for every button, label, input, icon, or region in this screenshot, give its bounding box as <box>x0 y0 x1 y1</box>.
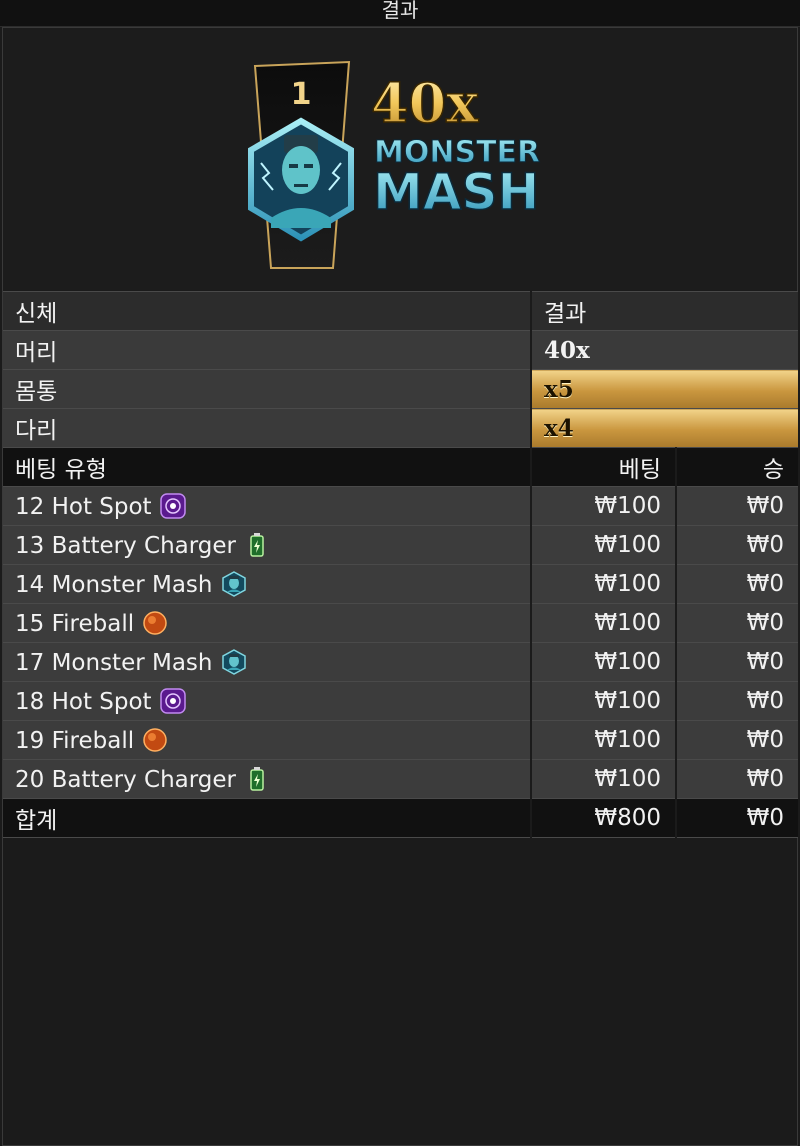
bet-amount: ₩100 <box>531 486 677 526</box>
total-win: ₩0 <box>676 798 798 838</box>
col-win-header: 승 <box>676 447 798 487</box>
bet-amount: ₩100 <box>531 642 677 682</box>
table-row: 15 Fireball ₩100 ₩0 <box>3 603 798 643</box>
table-row: 20 Battery Charger ₩100 ₩0 <box>3 759 798 799</box>
table-row: 17 Monster Mash ₩100 ₩0 <box>3 642 798 682</box>
result-value: x4 <box>531 408 798 448</box>
total-row: 합계 ₩800 ₩0 <box>3 798 798 838</box>
win-amount: ₩0 <box>676 486 798 526</box>
result-row-legs: 다리 x4 <box>3 408 798 448</box>
table-row: 19 Fireball ₩100 ₩0 <box>3 720 798 760</box>
result-part: 다리 <box>3 408 532 448</box>
result-value: 40x <box>531 330 798 370</box>
col-result-header: 결과 <box>531 291 798 331</box>
hot-spot-icon <box>159 687 186 714</box>
table-row: 12 Hot Spot ₩100 ₩0 <box>3 486 798 526</box>
result-part: 머리 <box>3 330 532 370</box>
fireball-icon <box>143 610 167 635</box>
win-amount: ₩0 <box>676 720 798 760</box>
bet-label: 13 Battery Charger <box>15 532 237 559</box>
total-label: 합계 <box>3 798 532 838</box>
hot-spot-icon <box>159 492 186 519</box>
win-amount: ₩0 <box>676 681 798 721</box>
win-amount: ₩0 <box>676 642 798 682</box>
win-amount: ₩0 <box>676 525 798 565</box>
battery-charger-icon <box>250 532 264 557</box>
bet-amount: ₩100 <box>531 525 677 565</box>
window-header: 결과 <box>0 0 800 27</box>
result-row-body: 몸통 x5 <box>3 369 798 409</box>
bet-label: 18 Hot Spot <box>15 688 152 715</box>
col-bet-type-header: 베팅 유형 <box>3 447 532 487</box>
bet-label: 17 Monster Mash <box>15 649 213 676</box>
bet-amount: ₩100 <box>531 564 677 604</box>
bet-amount: ₩100 <box>531 720 677 760</box>
table-row: 14 Monster Mash ₩100 ₩0 <box>3 564 798 604</box>
fireball-icon <box>143 727 167 752</box>
header-title: 결과 <box>381 0 419 22</box>
table-row: 18 Hot Spot ₩100 ₩0 <box>3 681 798 721</box>
result-header-row: 신체 결과 <box>3 291 798 331</box>
bet-label: 12 Hot Spot <box>15 493 152 520</box>
bet-label: 15 Fireball <box>15 610 135 637</box>
bet-amount: ₩100 <box>531 759 677 799</box>
monster-mash-icon <box>221 648 246 675</box>
bet-label: 19 Fireball <box>15 727 135 754</box>
table-row: 13 Battery Charger ₩100 ₩0 <box>3 525 798 565</box>
bet-label: 20 Battery Charger <box>15 766 237 793</box>
col-part-header: 신체 <box>3 291 532 331</box>
bets-table: 베팅 유형 베팅 승 12 Hot Spot ₩100 ₩0 13 Batter… <box>3 447 798 838</box>
win-amount: ₩0 <box>676 603 798 643</box>
result-banner: 1 40x MONSTER MASH <box>3 28 797 290</box>
banner-position: 1 <box>291 77 312 112</box>
result-part: 몸통 <box>3 369 532 409</box>
monster-mash-icon <box>221 570 246 597</box>
bets-header-row: 베팅 유형 베팅 승 <box>3 447 798 487</box>
banner-multiplier: 40x <box>371 71 479 135</box>
monster-badge-icon <box>248 117 354 242</box>
win-amount: ₩0 <box>676 564 798 604</box>
result-table: 신체 결과 머리 40x 몸통 x5 다리 x4 <box>3 291 798 448</box>
total-bet: ₩800 <box>531 798 677 838</box>
bet-amount: ₩100 <box>531 681 677 721</box>
col-bet-header: 베팅 <box>531 447 677 487</box>
bet-label: 14 Monster Mash <box>15 571 213 598</box>
result-value: x5 <box>531 369 798 409</box>
result-row-head: 머리 40x <box>3 330 798 370</box>
bet-amount: ₩100 <box>531 603 677 643</box>
battery-charger-icon <box>250 766 264 791</box>
banner-name-bottom: MASH <box>373 163 539 221</box>
win-amount: ₩0 <box>676 759 798 799</box>
